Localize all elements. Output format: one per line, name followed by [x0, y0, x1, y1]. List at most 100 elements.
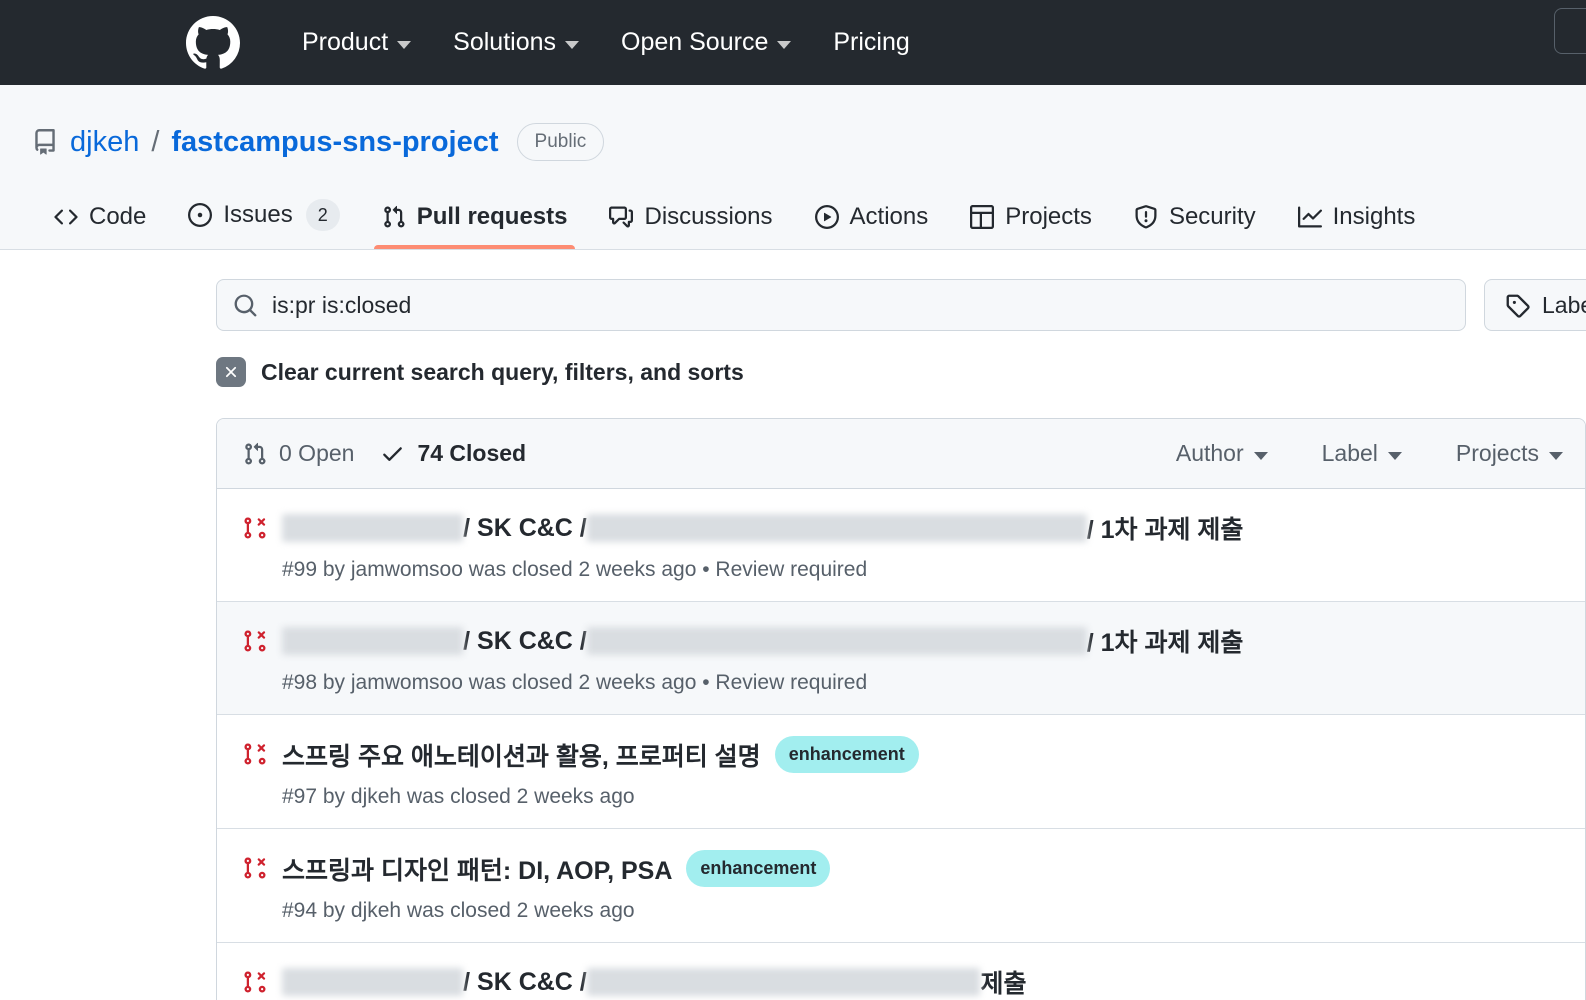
search-input[interactable]	[272, 291, 1449, 319]
pull-request-title[interactable]: 스프링 주요 애노테이션과 활용, 프로퍼티 설명	[282, 737, 761, 773]
table-icon	[970, 205, 995, 229]
tab-label: Code	[89, 203, 147, 230]
pull-request-list: 0 Open 74 Closed Author Label Projects /…	[216, 418, 1586, 1000]
label-filter-label: Label	[1321, 440, 1378, 466]
nav-item-label: Open Source	[621, 28, 769, 56]
main-content: Labels Clear current search query, filte…	[0, 250, 1586, 1000]
chevron-down-icon	[1549, 451, 1563, 460]
pull-request-title[interactable]: / SK C&C /	[463, 514, 587, 543]
repo-icon	[32, 129, 58, 155]
global-nav: Product Solutions Open Source Pricing	[302, 28, 910, 57]
repo-owner-link[interactable]: djkeh	[70, 126, 139, 159]
filter-open-pull-requests[interactable]: 0 Open	[243, 440, 354, 467]
nav-item-open-source[interactable]: Open Source	[621, 28, 792, 57]
tab-label: Discussions	[644, 203, 773, 230]
repo-separator: /	[151, 125, 160, 158]
chevron-down-icon	[777, 40, 792, 49]
tab-label: Actions	[849, 203, 929, 230]
search-field-wrapper[interactable]	[216, 279, 1466, 331]
redacted-author-segment: ██████████	[282, 967, 464, 997]
filter-closed-pull-requests[interactable]: 74 Closed	[380, 440, 526, 467]
pull-request-body: ██████████ / SK C&C / ██████████████████…	[282, 623, 1563, 695]
tag-icon	[1505, 293, 1530, 318]
status-badge[interactable]: enhancement	[686, 850, 831, 887]
github-mark-icon[interactable]	[186, 15, 240, 70]
pull-request-title[interactable]: / SK C&C /	[463, 627, 587, 656]
repo-tabs: Code Issues 2 Pull requests Discussions	[32, 187, 1586, 249]
comment-discussion-icon	[609, 205, 634, 229]
pull-request-title-line: 스프링 주요 애노테이션과 활용, 프로퍼티 설명 enhancement	[282, 736, 1563, 773]
chevron-down-icon	[397, 40, 412, 49]
tab-insights[interactable]: Insights	[1282, 191, 1432, 249]
tab-label: Security	[1168, 203, 1256, 230]
pull-request-title-line: ██████████ / SK C&C / ██████████████████…	[282, 964, 1563, 1000]
repo-header: djkeh / fastcampus-sns-project Public Co…	[0, 85, 1586, 250]
redacted-org-segment: ██████████████████████	[586, 967, 981, 997]
labels-button[interactable]: Labels	[1484, 279, 1586, 331]
tab-code[interactable]: Code	[38, 191, 162, 249]
chevron-down-icon	[1253, 451, 1268, 460]
pull-request-meta: #99 by jamwomsoo was closed 2 weeks ago …	[282, 558, 868, 581]
filters-row: Labels	[216, 250, 1586, 331]
pull-request-title-tail[interactable]: / 1차 과제 제출	[1087, 623, 1244, 659]
projects-filter-label: Projects	[1455, 440, 1539, 466]
nav-item-product[interactable]: Product	[302, 28, 412, 57]
projects-filter-dropdown[interactable]: Projects	[1456, 440, 1563, 467]
pull-request-body: 스프링과 디자인 패턴: DI, AOP, PSA enhancement #9…	[282, 850, 1563, 923]
redacted-author-segment: ██████████	[282, 513, 464, 543]
tab-discussions[interactable]: Discussions	[593, 191, 788, 249]
pull-request-title-tail[interactable]: / 1차 과제 제출	[1087, 510, 1244, 546]
pull-request-title[interactable]: / SK C&C /	[463, 968, 587, 997]
tab-label: Issues	[223, 201, 293, 228]
table-row[interactable]: ██████████ / SK C&C / ██████████████████…	[217, 489, 1585, 602]
repo-title: djkeh / fastcampus-sns-project Public	[32, 85, 1586, 187]
clear-filters-label: Clear current search query, filters, and…	[261, 358, 744, 385]
tab-projects[interactable]: Projects	[954, 191, 1108, 249]
redacted-org-segment: ████████████████████████████	[586, 513, 1087, 543]
git-pull-request-icon	[243, 442, 267, 466]
closed-count-label: 74 Closed	[417, 440, 527, 466]
status-badge[interactable]: enhancement	[774, 736, 919, 773]
search-icon	[233, 293, 258, 318]
shield-icon	[1134, 205, 1158, 229]
pull-request-body: 스프링 주요 애노테이션과 활용, 프로퍼티 설명 enhancement #9…	[282, 736, 1563, 809]
tab-issues[interactable]: Issues 2	[172, 187, 355, 249]
global-search-box[interactable]	[1554, 8, 1586, 54]
nav-item-pricing[interactable]: Pricing	[833, 28, 909, 57]
nav-item-solutions[interactable]: Solutions	[453, 28, 580, 57]
tab-security[interactable]: Security	[1118, 191, 1272, 249]
table-row[interactable]: 스프링과 디자인 패턴: DI, AOP, PSA enhancement #9…	[217, 829, 1585, 943]
repo-name-link[interactable]: fastcampus-sns-project	[171, 126, 498, 159]
tab-label: Projects	[1005, 203, 1092, 230]
tab-label: Pull requests	[416, 203, 568, 230]
pull-request-title-line: ██████████ / SK C&C / ██████████████████…	[282, 623, 1563, 659]
list-filter-dropdowns: Author Label Projects	[1176, 440, 1563, 467]
graph-icon	[1297, 205, 1322, 229]
check-icon	[380, 441, 405, 466]
table-row[interactable]: ██████████ / SK C&C / ██████████████████…	[217, 602, 1585, 715]
label-filter-dropdown[interactable]: Label	[1322, 440, 1402, 467]
close-icon	[216, 357, 246, 387]
pull-request-title-line: ██████████ / SK C&C / ██████████████████…	[282, 510, 1563, 546]
git-pull-request-closed-icon	[243, 516, 267, 540]
clear-filters-button[interactable]: Clear current search query, filters, and…	[216, 331, 744, 387]
pull-request-title-tail[interactable]: 제출	[980, 964, 1026, 1000]
state-filters: 0 Open 74 Closed	[243, 440, 526, 467]
pull-request-meta: #98 by jamwomsoo was closed 2 weeks ago …	[282, 671, 868, 694]
git-pull-request-closed-icon	[243, 856, 267, 880]
play-icon	[814, 205, 839, 229]
nav-item-label: Solutions	[453, 28, 557, 56]
chevron-down-icon	[1387, 451, 1402, 460]
issues-count-badge: 2	[305, 199, 340, 231]
table-row[interactable]: 스프링 주요 애노테이션과 활용, 프로퍼티 설명 enhancement #9…	[217, 715, 1585, 829]
pull-request-title-line: 스프링과 디자인 패턴: DI, AOP, PSA enhancement	[282, 850, 1563, 887]
table-row[interactable]: ██████████ / SK C&C / ██████████████████…	[217, 943, 1585, 1000]
tab-actions[interactable]: Actions	[799, 191, 945, 249]
tab-pull-requests[interactable]: Pull requests	[366, 191, 584, 249]
pull-request-title[interactable]: 스프링과 디자인 패턴: DI, AOP, PSA	[282, 851, 672, 887]
author-filter-dropdown[interactable]: Author	[1176, 440, 1268, 467]
git-pull-request-closed-icon	[243, 742, 267, 766]
pull-request-meta: #94 by djkeh was closed 2 weeks ago	[282, 899, 635, 922]
nav-item-label: Pricing	[833, 28, 910, 56]
pull-request-meta: #97 by djkeh was closed 2 weeks ago	[282, 785, 635, 808]
